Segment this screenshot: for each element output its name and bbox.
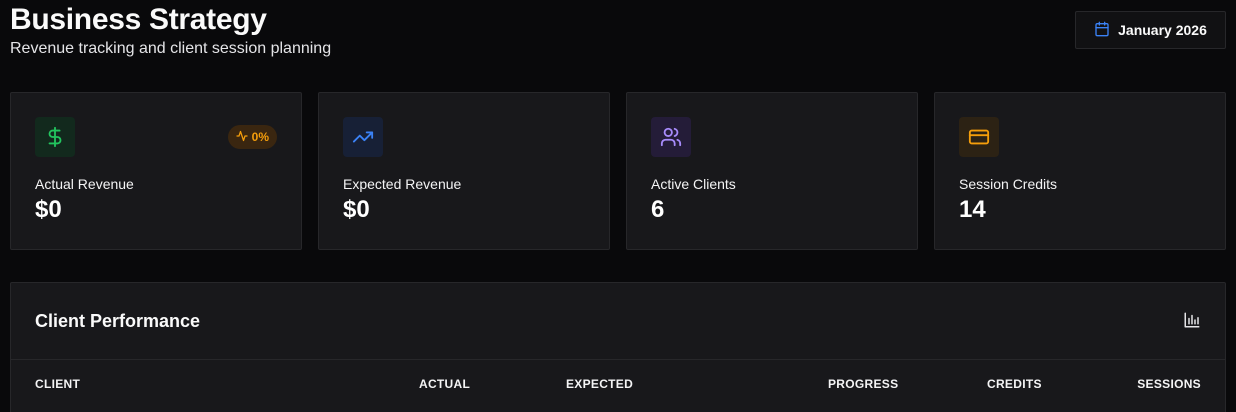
column-header-credits[interactable]: CREDITS	[987, 377, 1042, 391]
panel-title: Client Performance	[35, 311, 201, 331]
card-label: Session Credits	[959, 176, 1058, 192]
column-header-sessions[interactable]: SESSIONS	[1137, 377, 1201, 391]
trend-badge-value: 0%	[251, 130, 269, 144]
session-credits-card: Session Credits 14	[934, 92, 1226, 250]
kpi-cards: 0% Actual Revenue $0 Expected Revenue $0…	[10, 92, 1226, 250]
card-label: Expected Revenue	[343, 176, 462, 192]
users-icon	[651, 117, 691, 157]
card-value: $0	[35, 196, 62, 223]
page-header: Business Strategy Revenue tracking and c…	[10, 2, 331, 58]
month-label: January 2026	[1118, 22, 1207, 38]
actual-revenue-card: 0% Actual Revenue $0	[10, 92, 302, 250]
column-header-progress[interactable]: PROGRESS	[828, 377, 898, 391]
card-value: 14	[959, 196, 986, 223]
column-header-expected[interactable]: EXPECTED	[566, 377, 633, 391]
expected-revenue-card: Expected Revenue $0	[318, 92, 610, 250]
column-header-actual[interactable]: ACTUAL	[419, 377, 470, 391]
page-subtitle: Revenue tracking and client session plan…	[10, 40, 332, 57]
active-clients-card: Active Clients 6	[626, 92, 918, 250]
client-performance-panel: Client Performance CLIENT ACTUAL EXPECTE…	[10, 282, 1226, 412]
card-label: Actual Revenue	[35, 176, 134, 192]
credit-card-icon	[959, 117, 999, 157]
card-label: Active Clients	[651, 176, 736, 192]
page-title: Business Strategy	[10, 3, 267, 36]
calendar-icon	[1094, 21, 1110, 40]
trend-badge: 0%	[227, 125, 277, 149]
activity-icon	[236, 130, 248, 145]
trending-up-icon	[343, 117, 383, 157]
column-header-client[interactable]: CLIENT	[35, 377, 80, 391]
card-value: 6	[651, 196, 665, 223]
dollar-icon	[35, 117, 75, 157]
card-value: $0	[343, 196, 370, 223]
bar-chart-icon[interactable]	[1183, 311, 1201, 334]
divider	[11, 359, 1225, 360]
month-picker-button[interactable]: January 2026	[1075, 11, 1226, 49]
